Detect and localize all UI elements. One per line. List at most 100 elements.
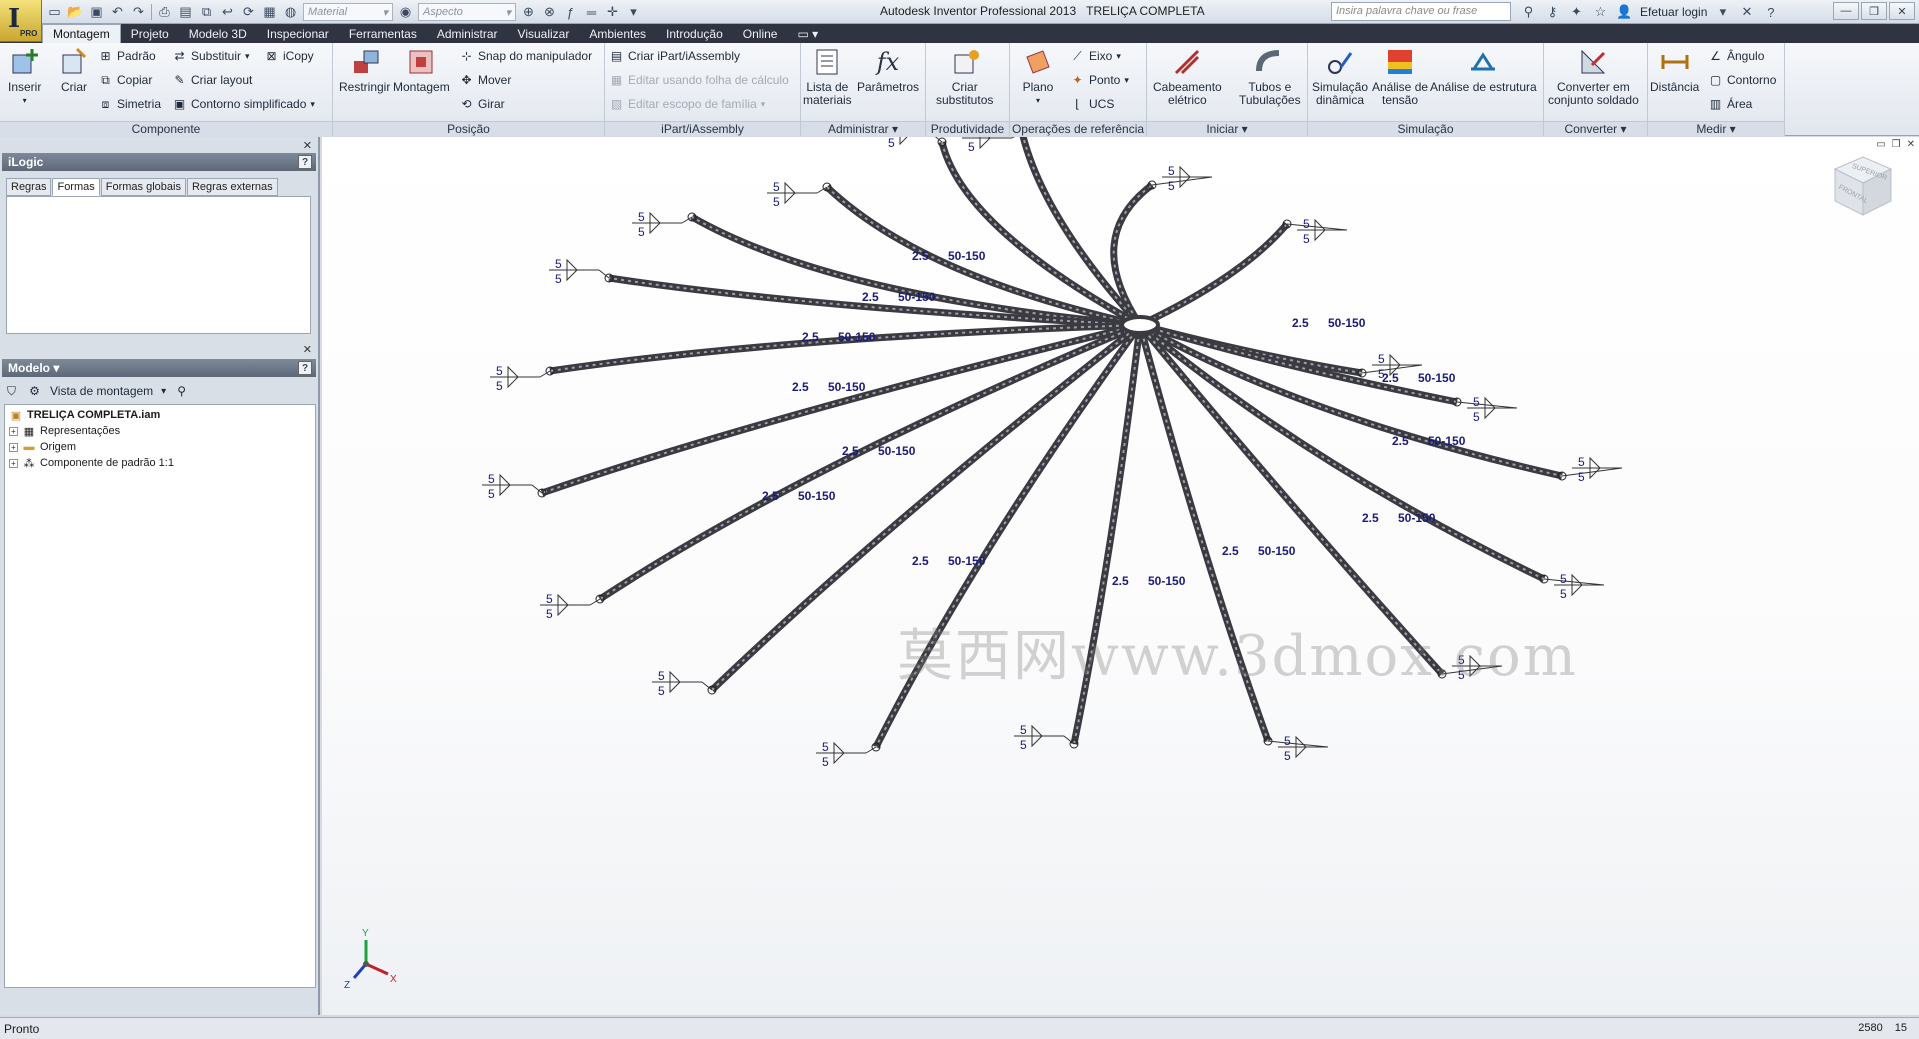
tab-projeto[interactable]: Projeto: [121, 24, 179, 43]
converter-soldado-button[interactable]: Converter em conjunto soldado: [1548, 46, 1639, 107]
key-icon[interactable]: ⚷: [1544, 4, 1561, 21]
measure-icon[interactable]: ═: [583, 4, 600, 21]
close-icon[interactable]: ✕: [303, 139, 312, 152]
area-button[interactable]: ▥ Área: [1708, 95, 1753, 113]
copiar-button[interactable]: ⧉ Copiar: [98, 71, 152, 89]
binoculars-icon[interactable]: ⚲: [1520, 4, 1537, 21]
redo-icon[interactable]: ↷: [130, 4, 147, 21]
filter-icon[interactable]: ⛉: [4, 384, 19, 399]
panel-options-icon[interactable]: ▭ ▾: [787, 24, 828, 43]
tab-online[interactable]: Online: [733, 24, 788, 43]
criar-substitutos-button[interactable]: Criar substitutos: [936, 46, 993, 107]
login-button[interactable]: Efetuar login: [1640, 5, 1707, 19]
distancia-button[interactable]: Distância: [1650, 46, 1699, 94]
expand-icon[interactable]: +: [9, 458, 18, 468]
analise-estrutura-button[interactable]: Análise de estrutura: [1430, 46, 1537, 94]
viewcube[interactable]: SUPERIOR FRONTAL: [1821, 147, 1901, 227]
administrar-group-title[interactable]: Administrar ▾: [801, 121, 925, 136]
tab-modelo-3d[interactable]: Modelo 3D: [179, 24, 257, 43]
tree-node-componente-padrao[interactable]: + ⁂ Componente de padrão 1:1: [9, 457, 174, 470]
editar-folha-button[interactable]: ▦ Editar usando folha de cálculo: [609, 71, 789, 89]
analise-tensao-button[interactable]: Análise de tensão: [1372, 46, 1428, 107]
expand-icon[interactable]: +: [9, 426, 18, 436]
padrao-button[interactable]: ⊞ Padrão: [98, 47, 155, 65]
substituir-button[interactable]: ⇄ Substituir ▾: [172, 47, 249, 65]
contorno-simplificado-button[interactable]: ▣ Contorno simplificado ▾: [172, 95, 315, 113]
tree-node-root[interactable]: ▣ TRELIÇA COMPLETA.iam: [9, 409, 160, 422]
return-icon[interactable]: ↩: [219, 4, 236, 21]
tab-regras[interactable]: Regras: [6, 178, 52, 196]
parametros-button[interactable]: fx Parâmetros: [857, 46, 919, 94]
snap-manipulador-button[interactable]: ⊹ Snap do manipulador: [459, 47, 592, 65]
graphics-viewport[interactable]: 555555555555555555555555555555555555552.…: [322, 137, 1919, 1015]
truss-arm[interactable]: [598, 321, 1142, 602]
tubos-tubulacoes-button[interactable]: Tubos e Tubulações: [1239, 46, 1301, 107]
model-panel-header[interactable]: Modelo ▾ ?: [2, 359, 316, 377]
star-icon[interactable]: ☆: [1592, 4, 1609, 21]
medir-group-title[interactable]: Medir ▾: [1648, 121, 1784, 136]
help-icon[interactable]: ?: [298, 361, 312, 375]
ponto-button[interactable]: ✦ Ponto ▾: [1070, 71, 1128, 89]
restringir-button[interactable]: Restringir: [339, 46, 390, 94]
customize-icon[interactable]: ▾: [625, 4, 642, 21]
criar-button[interactable]: Criar: [58, 46, 90, 94]
icopy-button[interactable]: ⊠ iCopy: [264, 47, 313, 65]
chevron-down-icon[interactable]: ▾: [1714, 4, 1731, 21]
tab-administrar[interactable]: Administrar: [427, 24, 508, 43]
cabeamento-eletrico-button[interactable]: Cabeamento elétrico: [1153, 46, 1222, 107]
chevron-down-icon[interactable]: ▾: [161, 386, 166, 397]
clear-appearance-icon[interactable]: ⊗: [541, 4, 558, 21]
application-menu-button[interactable]: I PRO: [0, 0, 42, 42]
copy-icon[interactable]: ⧉: [198, 4, 215, 21]
exchange-icon[interactable]: ✕: [1738, 4, 1755, 21]
close-button[interactable]: ✕: [1889, 2, 1915, 20]
binoculars-icon[interactable]: ⚲: [174, 384, 189, 399]
iniciar-group-title[interactable]: Iniciar ▾: [1147, 121, 1307, 136]
new-file-icon[interactable]: ▭: [46, 4, 63, 21]
save-icon[interactable]: ▣: [88, 4, 105, 21]
truss-hub-ring[interactable]: [1120, 315, 1160, 335]
properties-icon[interactable]: ▤: [177, 4, 194, 21]
color-icon[interactable]: ◍: [282, 4, 299, 21]
inserir-button[interactable]: Inserir ▾: [8, 46, 41, 107]
girar-button[interactable]: ⟲ Girar: [459, 95, 504, 113]
minimize-button[interactable]: —: [1833, 2, 1859, 20]
angulo-button[interactable]: ∠ Ângulo: [1708, 47, 1764, 65]
open-file-icon[interactable]: 📂: [67, 4, 84, 21]
print-icon[interactable]: ⎙: [156, 4, 173, 21]
tab-ferramentas[interactable]: Ferramentas: [339, 24, 427, 43]
restore-button[interactable]: ❐: [1861, 2, 1887, 20]
truss-arm[interactable]: [1138, 221, 1290, 329]
tab-inspecionar[interactable]: Inspecionar: [257, 24, 339, 43]
tab-formas-globais[interactable]: Formas globais: [100, 178, 186, 196]
plano-button[interactable]: Plano ▾: [1022, 46, 1054, 107]
truss-model[interactable]: 555555555555555555555555555555555555552.…: [322, 137, 1919, 1015]
tree-node-representacoes[interactable]: + ▦ Representações: [9, 425, 120, 438]
ucs-button[interactable]: ⌊ UCS: [1070, 95, 1114, 113]
appearance-combo[interactable]: Aspecto ▾: [418, 3, 516, 21]
help-icon[interactable]: ?: [1762, 4, 1779, 21]
tab-montagem[interactable]: Montagem: [42, 24, 121, 43]
tab-ambientes[interactable]: Ambientes: [579, 24, 656, 43]
close-icon[interactable]: ✕: [1907, 139, 1915, 150]
truss-arm[interactable]: [540, 321, 1141, 497]
tab-formas[interactable]: Formas: [52, 178, 100, 196]
montagem-button[interactable]: Montagem: [393, 46, 450, 94]
converter-group-title[interactable]: Converter ▾: [1544, 121, 1647, 136]
function-icon[interactable]: ƒ: [562, 4, 579, 21]
simetria-button[interactable]: ⧈ Simetria: [98, 95, 161, 113]
undo-icon[interactable]: ↶: [109, 4, 126, 21]
iproperties-icon[interactable]: ✛: [604, 4, 621, 21]
material-combo[interactable]: Material ▾: [303, 3, 393, 21]
contorno-button[interactable]: ▢ Contorno: [1708, 71, 1777, 89]
eixo-button[interactable]: ⟋ Eixo ▾: [1070, 47, 1121, 65]
update-icon[interactable]: ⟳: [240, 4, 257, 21]
tree-node-origem[interactable]: + ▬ Origem: [9, 441, 76, 453]
editar-escopo-button[interactable]: ▧ Editar escopo de família ▾: [609, 95, 765, 113]
tab-visualizar[interactable]: Visualizar: [508, 24, 580, 43]
select-icon[interactable]: ▦: [261, 4, 278, 21]
mover-button[interactable]: ✥ Mover: [459, 71, 511, 89]
help-icon[interactable]: ?: [298, 155, 312, 169]
criar-layout-button[interactable]: ✎ Criar layout: [172, 71, 252, 89]
tab-regras-externas[interactable]: Regras externas: [186, 178, 278, 196]
